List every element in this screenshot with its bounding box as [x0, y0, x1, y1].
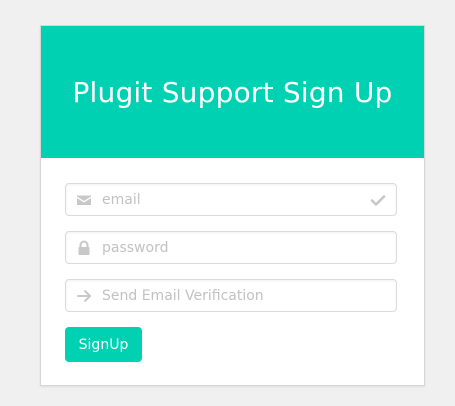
check-icon [370, 192, 386, 208]
verification-input[interactable] [102, 280, 362, 311]
card-header: Plugit Support Sign Up [41, 26, 424, 158]
page-title: Plugit Support Sign Up [72, 75, 393, 109]
lock-icon [76, 240, 92, 256]
password-field[interactable] [65, 231, 397, 264]
email-input[interactable] [102, 184, 362, 215]
signup-button[interactable]: SignUp [65, 327, 142, 362]
envelope-icon [76, 192, 92, 208]
arrow-right-icon [76, 288, 92, 304]
verification-field[interactable] [65, 279, 397, 312]
email-field[interactable] [65, 183, 397, 216]
password-input[interactable] [102, 232, 362, 263]
signup-card: Plugit Support Sign Up email Send Email … [40, 25, 425, 386]
